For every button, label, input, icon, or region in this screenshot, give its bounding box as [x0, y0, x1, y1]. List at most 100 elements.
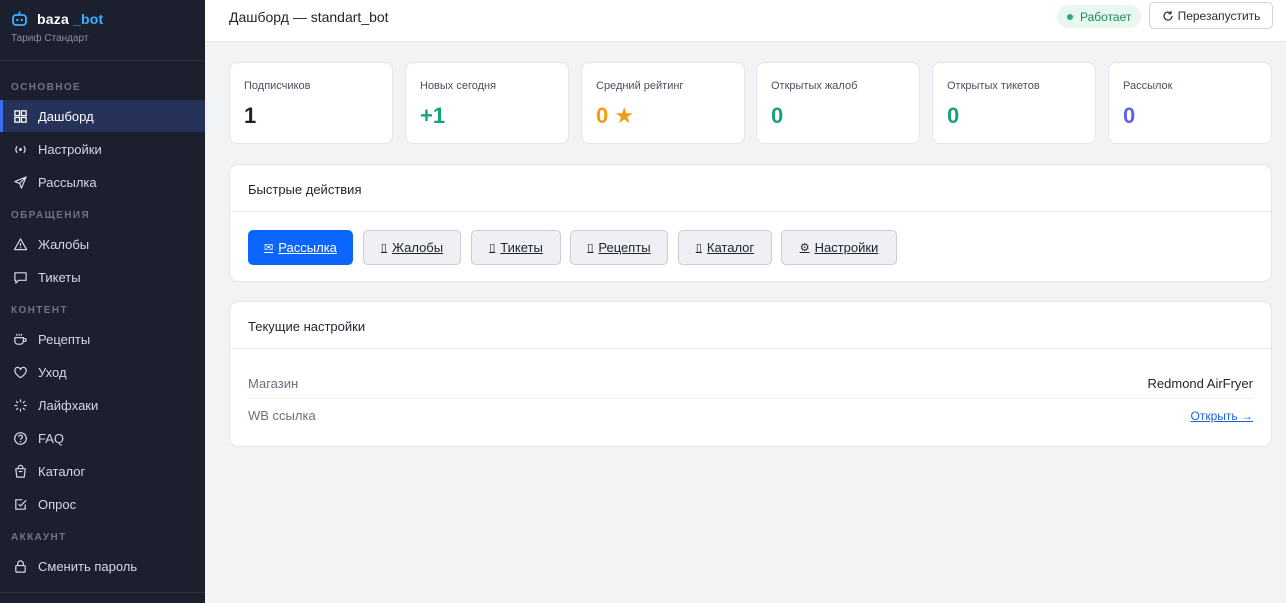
divider: [230, 348, 1271, 349]
divider: [0, 592, 205, 593]
question-icon: [12, 430, 28, 446]
sidebar-item-label: Дашборд: [38, 108, 94, 124]
restart-label: Перезапустить: [1177, 8, 1261, 23]
stat-value: 0: [947, 103, 960, 128]
stat-label: Подписчиков: [244, 80, 311, 92]
sidebar-item-broadcast[interactable]: Рассылка: [0, 166, 205, 198]
sidebar-item-settings[interactable]: Настройки: [0, 133, 205, 165]
quick-action-recipes[interactable]: ▯ Рецепты: [570, 230, 668, 265]
status-text: Работает: [1080, 9, 1132, 24]
sidebar-item-label: Сменить пароль: [38, 558, 138, 574]
grid-icon: [12, 108, 28, 124]
sidebar-item-label: FAQ: [38, 430, 65, 446]
placeholder-icon: ▯: [695, 242, 702, 254]
button-label: Настройки: [814, 240, 879, 255]
sidebar-item-label: Опрос: [38, 496, 77, 512]
sidebar-item-lifehacks[interactable]: Лайфхаки: [0, 389, 205, 421]
open-wb-link[interactable]: Открыть →: [1191, 409, 1253, 423]
divider: [230, 211, 1271, 212]
plan-label: Тариф Стандарт: [11, 33, 89, 44]
current-settings-panel: Текущие настройки Магазин Redmond AirFry…: [229, 301, 1272, 447]
stat-value: +1: [420, 103, 446, 128]
refresh-icon: [1162, 10, 1173, 21]
stat-card-open-complaints: Открытых жалоб 0: [756, 62, 920, 144]
stat-value: 0 ★: [596, 103, 635, 128]
warning-icon: [12, 236, 28, 252]
stat-card-broadcasts: Рассылок 0: [1108, 62, 1272, 144]
quick-actions-panel: Быстрые действия ✉ Рассылка ▯ Жалобы ▯ Т…: [229, 164, 1272, 282]
heart-icon: [12, 364, 28, 380]
button-label: Рецепты: [598, 240, 651, 255]
sidebar-item-survey[interactable]: Опрос: [0, 488, 205, 520]
sidebar-item-label: Лайфхаки: [38, 397, 99, 413]
sidebar: baza _bot Тариф Стандарт ОСНОВНОЕ Дашбор…: [0, 0, 205, 603]
divider: [248, 398, 1253, 399]
robot-icon: [11, 10, 28, 27]
brand-name: baza _bot: [37, 10, 104, 27]
sidebar-item-label: Рассылка: [38, 174, 97, 190]
sidebar-item-change-password[interactable]: Сменить пароль: [0, 550, 205, 582]
stat-card-open-tickets: Открытых тикетов 0: [932, 62, 1096, 144]
stat-label: Открытых жалоб: [771, 80, 858, 92]
status-dot-icon: [1067, 13, 1073, 20]
restart-button[interactable]: Перезапустить: [1149, 2, 1273, 29]
stat-value: 1: [244, 103, 257, 128]
setting-label-shop: Магазин: [248, 376, 299, 391]
sidebar-item-faq[interactable]: FAQ: [0, 422, 205, 454]
divider: [0, 60, 205, 61]
stat-value: 0: [1123, 103, 1136, 128]
sidebar-item-complaints[interactable]: Жалобы: [0, 228, 205, 260]
page-title: Дашборд — standart_bot: [229, 9, 389, 25]
stat-card-new-today: Новых сегодня +1: [405, 62, 569, 144]
button-label: Рассылка: [278, 240, 337, 255]
stat-label: Открытых тикетов: [947, 80, 1040, 92]
placeholder-icon: ▯: [587, 242, 594, 254]
setting-value-shop: Redmond AirFryer: [1147, 376, 1253, 391]
brand: baza _bot: [11, 10, 103, 27]
sparkle-icon: [12, 397, 28, 413]
sidebar-item-recipes[interactable]: Рецепты: [0, 323, 205, 355]
sidebar-item-label: Тикеты: [38, 269, 81, 285]
section-main: ОСНОВНОЕ: [11, 82, 82, 93]
topbar: Дашборд — standart_bot Работает Перезапу…: [205, 0, 1286, 42]
stat-card-subscribers: Подписчиков 1: [229, 62, 393, 144]
stat-value: 0: [771, 103, 784, 128]
sidebar-item-tickets[interactable]: Тикеты: [0, 261, 205, 293]
button-label: Жалобы: [391, 240, 444, 255]
section-requests: ОБРАЩЕНИЯ: [11, 210, 91, 221]
lock-icon: [12, 558, 28, 574]
section-account: АККАУНТ: [11, 532, 67, 543]
section-content: КОНТЕНТ: [11, 305, 69, 316]
setting-label-wb-link: WB ссылка: [248, 408, 316, 423]
quick-action-broadcast[interactable]: ✉ Рассылка: [248, 230, 353, 265]
quick-action-complaints[interactable]: ▯ Жалобы: [363, 230, 461, 265]
checkbox-icon: [12, 496, 28, 512]
sidebar-item-label: Каталог: [38, 463, 86, 479]
sidebar-item-label: Жалобы: [38, 236, 90, 252]
sidebar-item-catalog[interactable]: Каталог: [0, 455, 205, 487]
cup-icon: [12, 331, 28, 347]
stat-label: Новых сегодня: [420, 80, 497, 92]
sidebar-item-label: Уход: [38, 364, 67, 380]
quick-action-catalog[interactable]: ▯ Каталог: [678, 230, 772, 265]
stat-label: Средний рейтинг: [596, 80, 684, 92]
button-label: Каталог: [706, 240, 755, 255]
placeholder-icon: ▯: [380, 242, 387, 254]
sidebar-item-label: Рецепты: [38, 331, 91, 347]
sidebar-item-care[interactable]: Уход: [0, 356, 205, 388]
sidebar-item-dashboard[interactable]: Дашборд: [0, 100, 205, 132]
chat-icon: [12, 269, 28, 285]
quick-action-tickets[interactable]: ▯ Тикеты: [471, 230, 561, 265]
placeholder-icon: ▯: [489, 242, 496, 254]
panel-title: Текущие настройки: [248, 319, 366, 334]
status-badge: Работает: [1057, 5, 1142, 28]
button-label: Тикеты: [500, 240, 543, 255]
sidebar-item-label: Настройки: [38, 141, 102, 157]
stat-label: Рассылок: [1123, 80, 1173, 92]
broadcast-icon: [12, 141, 28, 157]
send-icon: [12, 174, 28, 190]
envelope-icon: ✉: [264, 242, 274, 254]
stat-card-avg-rating: Средний рейтинг 0 ★: [581, 62, 745, 144]
gear-icon: ⚙: [799, 242, 810, 254]
quick-action-settings[interactable]: ⚙ Настройки: [781, 230, 897, 265]
